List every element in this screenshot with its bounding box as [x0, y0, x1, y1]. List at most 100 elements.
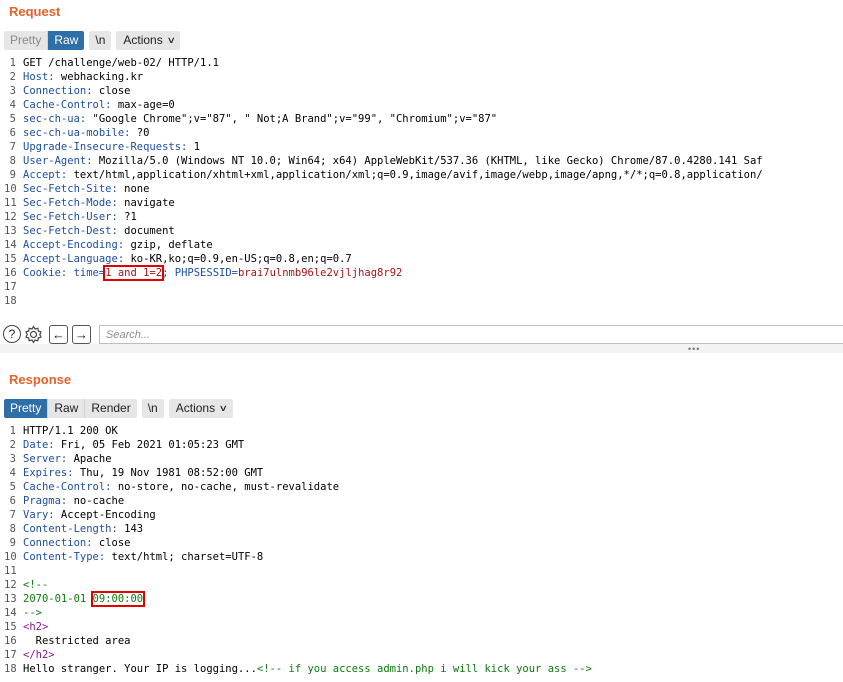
code-token: Thu, 19 Nov 1981 08:52:00 GMT — [73, 467, 264, 479]
request-pretty-tab[interactable]: Pretty — [4, 31, 49, 50]
line-number: 18 — [4, 295, 17, 307]
code-token: ?1 — [117, 211, 137, 223]
code-content: Upgrade-Insecure-Requests: 1 — [23, 140, 200, 154]
code-content: Cache-Control: no-store, no-cache, must-… — [23, 480, 339, 494]
code-token: time= — [67, 267, 106, 279]
code-token: 143 — [117, 523, 144, 535]
line-number: 1 — [9, 425, 16, 437]
line-number: 14 — [4, 239, 17, 251]
code-token: no-store, no-cache, must-revalidate — [111, 481, 340, 493]
code-token: Accept: — [23, 169, 68, 181]
code-token: GET /challenge/web-02/ HTTP/1.1 — [23, 57, 219, 69]
line-number: 17 — [4, 649, 17, 661]
code-content: Content-Type: text/html; charset=UTF-8 — [23, 550, 263, 564]
code-token: User-Agent: — [23, 155, 93, 167]
line-number: 7 — [9, 141, 16, 153]
code-content: Expires: Thu, 19 Nov 1981 08:52:00 GMT — [23, 466, 263, 480]
code-token: Content-Type: — [23, 551, 106, 563]
code-token: no-cache — [67, 495, 125, 507]
code-token: max-age=0 — [111, 99, 175, 111]
code-content: <!-- — [23, 578, 48, 592]
search-previous-arrow-icon[interactable]: ← — [49, 325, 68, 344]
code-token: Mozilla/5.0 (Windows NT 10.0; Win64; x64… — [92, 155, 763, 167]
code-token: Host: — [23, 71, 55, 83]
line-number: 11 — [4, 565, 17, 577]
code-token: none — [117, 183, 150, 195]
search-next-arrow-icon[interactable]: → — [72, 325, 91, 344]
code-token: </h2> — [23, 649, 55, 661]
code-token: --> — [23, 607, 42, 619]
code-content: Vary: Accept-Encoding — [23, 508, 156, 522]
divider-grip-icon[interactable]: ••• — [688, 345, 700, 354]
code-content: Accept: text/html,application/xhtml+xml,… — [23, 168, 763, 182]
response-actions-button[interactable]: Actions ∨ — [168, 399, 233, 418]
code-token: Sec-Fetch-Site: — [23, 183, 118, 195]
line-number: 6 — [9, 495, 16, 507]
code-content: <h2> — [23, 620, 48, 634]
code-token: Hello stranger. Your IP is logging... — [23, 663, 257, 675]
code-token: ?0 — [130, 127, 150, 139]
code-content: Cache-Control: max-age=0 — [23, 98, 175, 112]
code-token: Content-Length: — [23, 523, 118, 535]
response-pretty-tab[interactable]: Pretty — [4, 399, 49, 418]
line-number: 4 — [9, 467, 16, 479]
request-newline-toggle[interactable]: \n — [89, 31, 112, 50]
code-content: User-Agent: Mozilla/5.0 (Windows NT 10.0… — [23, 154, 763, 168]
highlighted-token: 1 and 1=2 — [103, 265, 165, 281]
line-number: 2 — [9, 71, 16, 83]
search-input[interactable] — [99, 325, 843, 344]
line-number: 13 — [4, 225, 17, 237]
code-token: close — [92, 85, 131, 97]
code-token: Cookie: — [23, 267, 68, 279]
response-render-tab[interactable]: Render — [85, 399, 137, 418]
line-number: 5 — [9, 113, 16, 125]
code-token: Cache-Control: — [23, 481, 112, 493]
line-number: 6 — [9, 127, 16, 139]
code-token: text/html,application/xhtml+xml,applicat… — [67, 169, 763, 181]
line-number: 15 — [4, 253, 17, 265]
line-number: 9 — [9, 537, 16, 549]
code-content: Sec-Fetch-User: ?1 — [23, 210, 137, 224]
panel-divider[interactable] — [0, 344, 843, 353]
settings-gear-icon[interactable] — [23, 324, 44, 345]
code-token: HTTP/1.1 200 OK — [23, 425, 118, 437]
response-newline-toggle[interactable]: \n — [141, 399, 164, 418]
code-token: Fri, 05 Feb 2021 01:05:23 GMT — [54, 439, 245, 451]
request-search-bar: ? ← → — [0, 323, 843, 345]
code-token: Sec-Fetch-Dest: — [23, 225, 118, 237]
code-token: 1 — [187, 141, 201, 153]
code-token: webhacking.kr — [54, 71, 144, 83]
request-toolbar: Pretty Raw \n Actions ∨ — [4, 31, 181, 50]
code-content: HTTP/1.1 200 OK — [23, 424, 118, 438]
line-number: 2 — [9, 439, 16, 451]
code-token: ko-KR,ko;q=0.9,en-US;q=0.8,en;q=0.7 — [124, 253, 352, 265]
line-number: 5 — [9, 481, 16, 493]
code-content: Cookie: time=1 and 1=2; PHPSESSID=brai7u… — [23, 265, 402, 281]
line-number: 13 — [4, 593, 17, 605]
code-token: Server: — [23, 453, 68, 465]
code-token: <!-- if you access admin.php i will kick… — [256, 663, 592, 675]
code-token: Accept-Encoding — [54, 509, 156, 521]
request-actions-button[interactable]: Actions ∨ — [116, 31, 181, 50]
line-number: 1 — [9, 57, 16, 69]
line-number: 15 — [4, 621, 17, 633]
response-title: Response — [9, 372, 72, 387]
response-raw-tab[interactable]: Raw — [48, 399, 86, 418]
help-icon[interactable]: ? — [3, 325, 21, 343]
line-number: 17 — [4, 281, 17, 293]
line-number: 8 — [9, 523, 16, 535]
code-token: Apache — [67, 453, 112, 465]
code-content: Date: Fri, 05 Feb 2021 01:05:23 GMT — [23, 438, 244, 452]
chevron-down-icon: ∨ — [218, 403, 229, 413]
code-content: Hello stranger. Your IP is logging...<!-… — [23, 662, 592, 676]
code-content: 2070-01-01 09:00:00 — [23, 591, 146, 607]
code-token: sec-ch-ua: — [23, 113, 87, 125]
code-token: Expires: — [23, 467, 74, 479]
code-content: Connection: close — [23, 84, 130, 98]
code-content: Host: webhacking.kr — [23, 70, 143, 84]
line-number: 7 — [9, 509, 16, 521]
request-raw-tab[interactable]: Raw — [48, 31, 85, 50]
code-token: text/html; charset=UTF-8 — [105, 551, 264, 563]
code-token: Accept-Language: — [23, 253, 125, 265]
code-content: </h2> — [23, 648, 55, 662]
